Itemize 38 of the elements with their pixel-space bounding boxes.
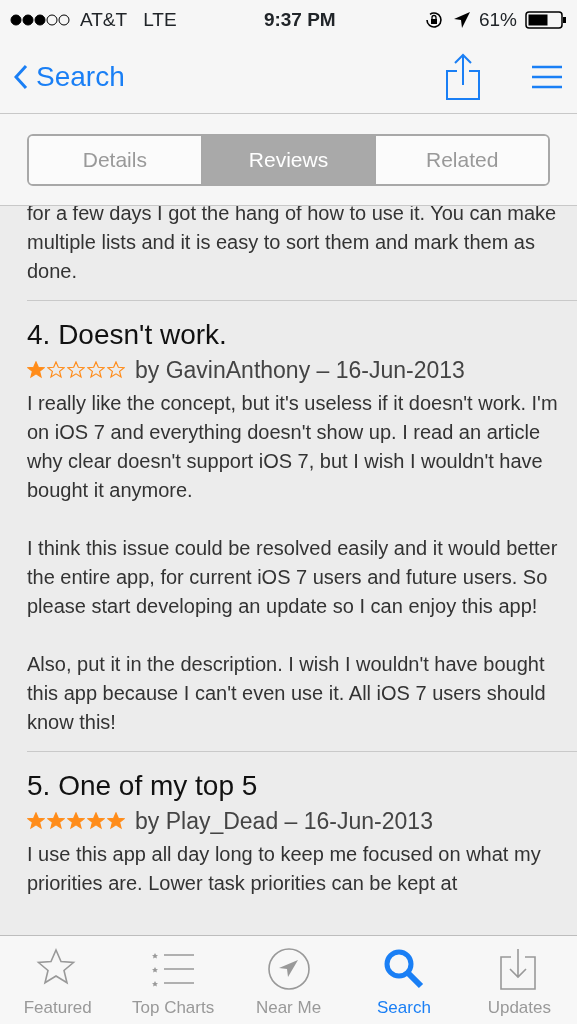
clock-time: 9:37 PM [263, 7, 336, 32]
location-arrow-icon [452, 11, 471, 29]
review-text: I think this issue could be resolved easily and it would better the entire app, for current iOS 7 users and future users. So please start developing an update so I can enjoy this app! [27, 536, 559, 619]
chevron-left-icon [14, 63, 28, 90]
review-text: for a few days I got the hang of how to use it. You can make multiple lists and it is easy to sort them and mark them as done. [27, 206, 558, 284]
carrier-name: AT&T [80, 7, 128, 32]
star-icon [67, 812, 85, 830]
review-text: I use this app all day long to keep me focused on what my priorities are. Lower task priorities can be kept at [27, 842, 542, 896]
network-type: LTE [143, 7, 177, 32]
star-icon [67, 361, 85, 379]
star-icon [87, 812, 105, 830]
review-title: 5. One of my top 5 [27, 769, 259, 803]
segment-tab[interactable]: Details [29, 135, 201, 184]
segment-tab[interactable]: Related [374, 135, 548, 184]
menu-icon[interactable] [531, 64, 563, 89]
tab-bar-item[interactable]: Featured [0, 936, 116, 1024]
battery-icon [525, 10, 567, 30]
star-icon [47, 361, 65, 379]
star-icon [27, 361, 45, 379]
back-button[interactable]: Search [14, 55, 125, 98]
review-title: 4. Doesn't work. [27, 318, 228, 352]
review-text: Also, put it in the description. I wish I wouldn't have bought this app because I can't even use it. All iOS 7 users should know this! [27, 652, 547, 735]
segment-tab[interactable]: Reviews [200, 135, 375, 184]
signal-icon [10, 13, 72, 27]
tab-bar-item[interactable]: Near Me [230, 936, 347, 1024]
share-icon[interactable] [445, 52, 481, 101]
tab-bar-item[interactable]: Search [346, 936, 462, 1024]
review-text: I really like the concept, but it's useless if it doesn't work. I'm on iOS 7 and everything doesn't show up. I read an article why clear doesn't support iOS 7, but I wish I wouldn't have bought it anymore. [27, 391, 559, 503]
battery-percent: 61% [478, 7, 517, 32]
review-byline: by Play_Dead – 16-Jun-2013 [135, 807, 433, 836]
star-icon [107, 361, 125, 379]
star-icon [87, 361, 105, 379]
tab-bar-item[interactable]: Updates [461, 936, 577, 1024]
star-icon [47, 812, 65, 830]
tab-bar-item[interactable]: Top Charts [115, 936, 231, 1024]
review-byline: by GavinAnthony – 16-Jun-2013 [135, 356, 465, 385]
star-icon [27, 812, 45, 830]
star-icon [107, 812, 125, 830]
